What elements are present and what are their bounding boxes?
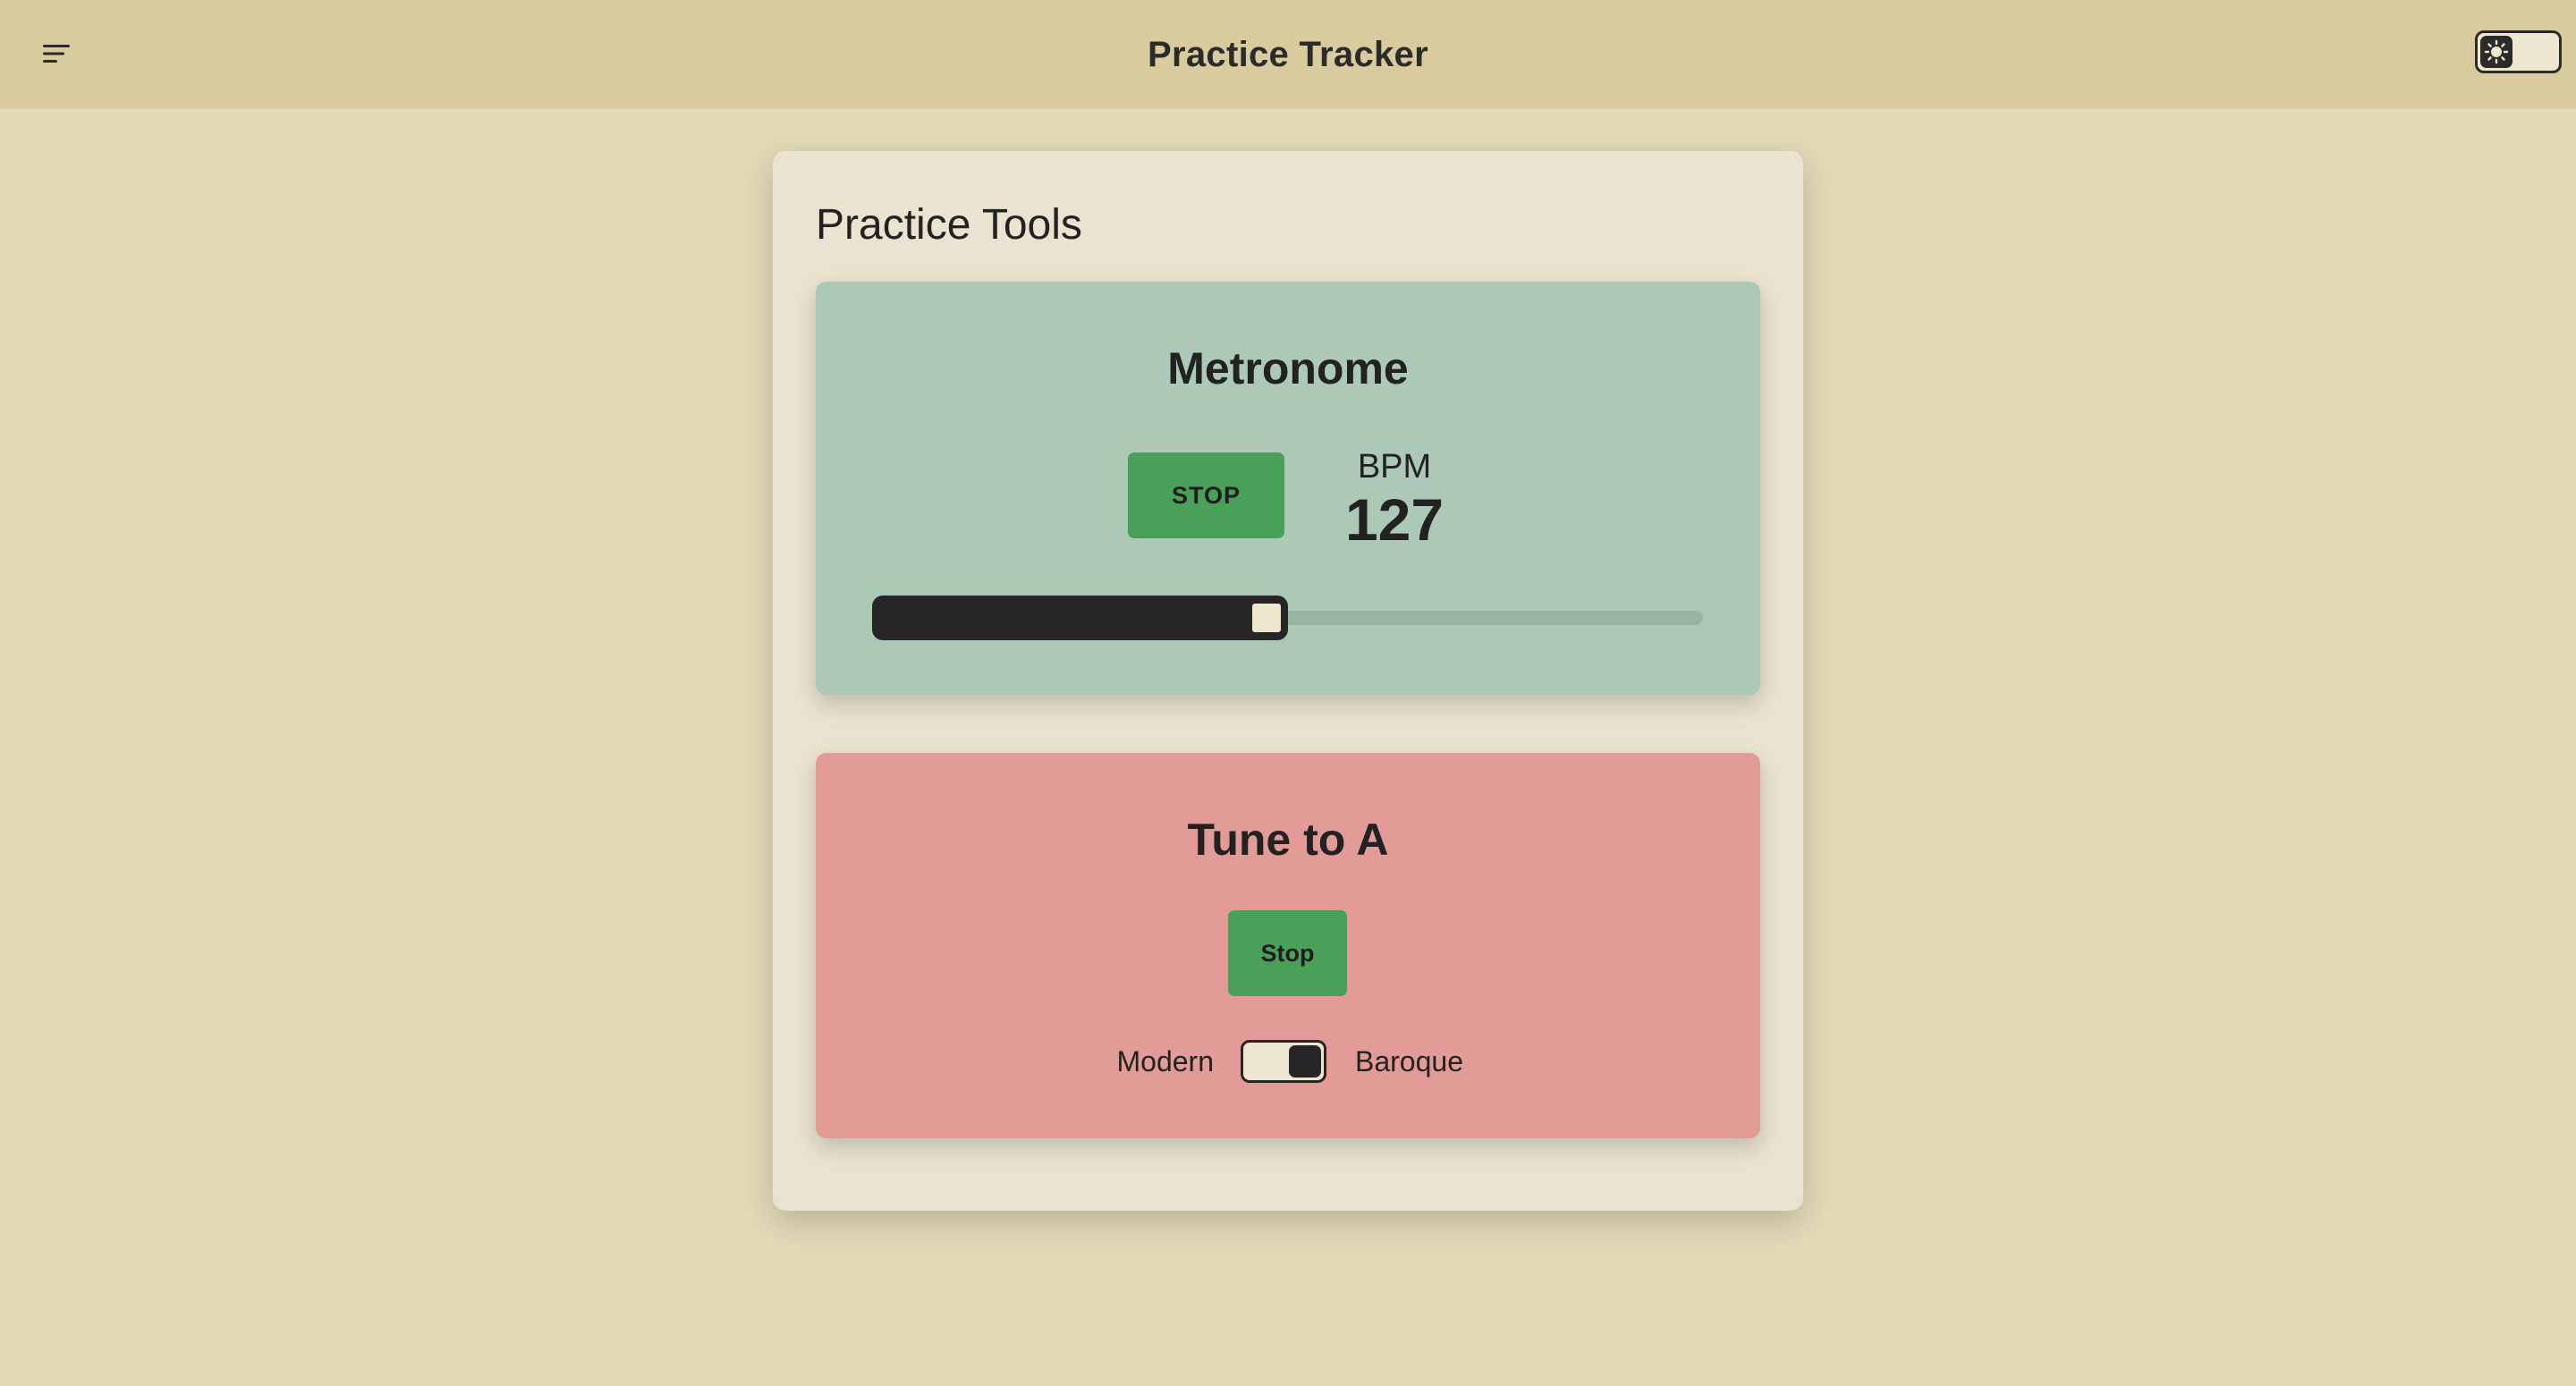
metronome-stop-button[interactable]: STOP	[1128, 452, 1284, 538]
metronome-title: Metronome	[1167, 343, 1409, 393]
bpm-slider-thumb[interactable]	[1248, 600, 1284, 636]
app-title: Practice Tracker	[1148, 34, 1428, 74]
pitch-standard-toggle[interactable]	[1241, 1040, 1326, 1083]
sun-icon	[2484, 39, 2509, 64]
pitch-standard-row: Modern Baroque	[816, 1040, 1760, 1083]
hamburger-menu-icon	[43, 45, 70, 63]
modern-label: Modern	[1116, 1045, 1215, 1078]
bpm-slider[interactable]	[872, 596, 1703, 640]
baroque-label: Baroque	[1355, 1045, 1463, 1078]
pitch-toggle-knob	[1289, 1045, 1321, 1078]
practice-tools-panel: Practice Tools Metronome STOP BPM 127 Tu…	[773, 151, 1803, 1211]
metronome-card: Metronome STOP BPM 127	[816, 282, 1760, 695]
bpm-label: BPM	[1357, 448, 1432, 486]
bpm-value: 127	[1344, 486, 1445, 553]
theme-toggle-knob	[2480, 36, 2512, 68]
tuner-card: Tune to A Stop Modern Baroque	[816, 753, 1760, 1138]
menu-button[interactable]	[41, 38, 73, 70]
theme-toggle[interactable]	[2475, 30, 2562, 73]
app-header: Practice Tracker	[0, 0, 2576, 109]
tuner-stop-button[interactable]: Stop	[1228, 910, 1347, 996]
tuner-title: Tune to A	[1187, 815, 1389, 865]
bpm-slider-fill	[872, 596, 1288, 640]
panel-title: Practice Tools	[816, 201, 1082, 249]
